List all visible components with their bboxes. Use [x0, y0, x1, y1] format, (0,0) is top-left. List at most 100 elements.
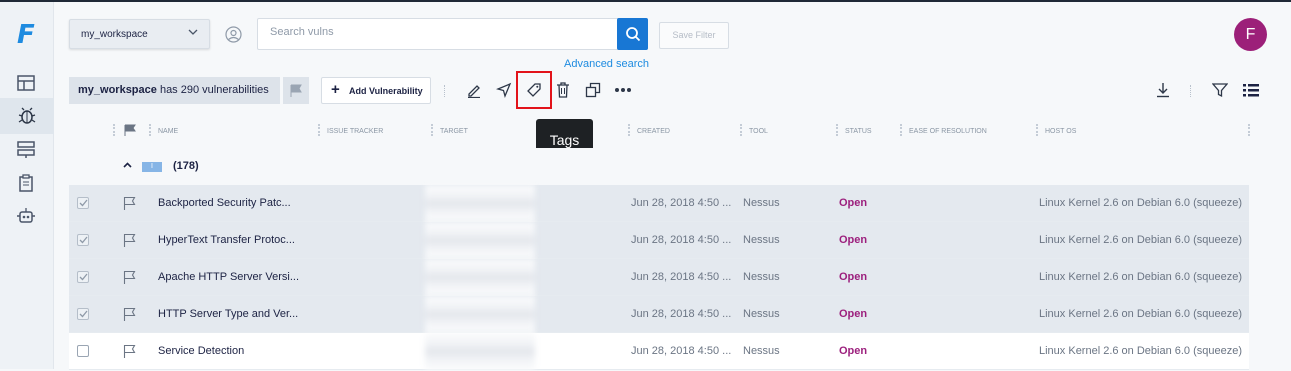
table-header: NAME ISSUE TRACKER TARGET CREATED TOOL S… — [69, 115, 1250, 145]
duplicate-icon[interactable] — [583, 80, 603, 100]
user-circle-icon[interactable] — [225, 26, 242, 48]
status-badge: Open — [839, 271, 868, 283]
redacted-target — [425, 222, 535, 259]
server-icon[interactable] — [15, 138, 37, 160]
vuln-name[interactable]: Service Detection — [158, 345, 244, 357]
column-header-ease-of-resolution[interactable]: EASE OF RESOLUTION — [909, 128, 987, 135]
column-header-created[interactable]: CREATED — [637, 128, 670, 135]
search-button[interactable] — [617, 18, 648, 50]
robot-icon[interactable] — [15, 205, 37, 227]
edit-icon[interactable] — [464, 80, 484, 100]
workspace-vuln-count: my_workspace has 290 vulnerabilities — [69, 77, 280, 104]
more-options-icon[interactable] — [613, 80, 633, 100]
list-view-icon[interactable] — [1241, 80, 1261, 100]
search-input[interactable]: Search vulns — [257, 18, 648, 50]
group-row[interactable]: I (178) — [69, 148, 1249, 185]
search-icon — [625, 27, 640, 42]
column-resize-handle[interactable] — [628, 124, 630, 136]
table-row[interactable]: Apache HTTP Server Versi... Jun 28, 2018… — [69, 259, 1249, 296]
clipboard-icon[interactable] — [15, 172, 37, 194]
column-header-name[interactable]: NAME — [158, 128, 178, 135]
host-os: Linux Kernel 2.6 on Debian 6.0 (squeeze) — [1039, 271, 1243, 283]
save-filter-button[interactable]: Save Filter — [659, 22, 729, 49]
flag-icon[interactable] — [123, 196, 136, 213]
row-checkbox[interactable] — [77, 234, 89, 246]
vuln-name[interactable]: Apache HTTP Server Versi... — [158, 271, 299, 283]
status-badge: Open — [839, 308, 868, 320]
sidebar: F — [0, 2, 54, 369]
column-resize-handle[interactable] — [836, 124, 838, 136]
host-os: Linux Kernel 2.6 on Debian 6.0 (squeeze) — [1039, 345, 1243, 357]
flag-icon[interactable] — [123, 307, 136, 324]
column-resize-handle[interactable] — [1036, 124, 1038, 136]
vuln-count-text: has 290 vulnerabilities — [156, 84, 269, 96]
column-resize-handle[interactable] — [740, 124, 742, 136]
created-date: Jun 28, 2018 4:50 ... — [631, 345, 732, 357]
column-resize-handle[interactable] — [113, 124, 115, 136]
redacted-target — [425, 259, 535, 296]
table-row[interactable]: Backported Security Patc... Jun 28, 2018… — [69, 185, 1249, 222]
vuln-name[interactable]: HyperText Transfer Protoc... — [158, 234, 295, 246]
send-icon[interactable] — [494, 80, 514, 100]
flag-icon — [290, 84, 302, 97]
flag-icon[interactable] — [123, 233, 136, 250]
vuln-name[interactable]: HTTP Server Type and Ver... — [158, 308, 298, 320]
column-header-target[interactable]: TARGET — [440, 128, 468, 135]
row-checkbox[interactable] — [77, 197, 89, 209]
table-row[interactable]: HyperText Transfer Protoc... Jun 28, 201… — [69, 222, 1249, 259]
row-checkbox[interactable] — [77, 271, 89, 283]
redacted-target — [425, 296, 535, 333]
column-header-issue-tracker[interactable]: ISSUE TRACKER — [327, 128, 383, 135]
flag-column-icon[interactable] — [124, 124, 136, 138]
filter-icon[interactable] — [1210, 80, 1230, 100]
status-badge: Open — [839, 345, 868, 357]
column-resize-handle[interactable] — [431, 124, 433, 136]
host-os: Linux Kernel 2.6 on Debian 6.0 (squeeze) — [1039, 197, 1243, 209]
dashboard-icon[interactable] — [15, 72, 37, 94]
column-resize-handle[interactable] — [900, 124, 902, 136]
table-row[interactable]: Service Detection Jun 28, 2018 4:50 ... … — [69, 333, 1249, 370]
main-content: my_workspace Search vulns Save Filter Ad… — [54, 2, 1291, 370]
status-badge: Open — [839, 197, 868, 209]
column-resize-handle[interactable] — [149, 124, 151, 136]
host-os: Linux Kernel 2.6 on Debian 6.0 (squeeze) — [1039, 234, 1243, 246]
plus-icon: + — [331, 81, 340, 98]
confirmed-flag-toggle[interactable] — [283, 77, 309, 104]
download-icon[interactable] — [1153, 80, 1173, 100]
status-badge: Open — [839, 234, 868, 246]
group-tag: I — [142, 162, 162, 172]
host-os: Linux Kernel 2.6 on Debian 6.0 (squeeze) — [1039, 308, 1243, 320]
app-logo[interactable]: F — [17, 20, 35, 50]
column-resize-handle[interactable] — [318, 124, 320, 136]
tool-name: Nessus — [743, 197, 780, 209]
toolbar-divider — [1190, 85, 1191, 97]
trash-icon[interactable] — [553, 80, 573, 100]
column-header-host-os[interactable]: HOST OS — [1045, 128, 1076, 135]
created-date: Jun 28, 2018 4:50 ... — [631, 197, 732, 209]
column-resize-handle[interactable] — [1248, 124, 1250, 136]
tag-icon[interactable] — [524, 80, 544, 100]
avatar[interactable]: F — [1234, 18, 1267, 51]
tool-name: Nessus — [743, 308, 780, 320]
table-row[interactable]: HTTP Server Type and Ver... Jun 28, 2018… — [69, 296, 1249, 333]
workspace-select-value: my_workspace — [81, 29, 148, 40]
redacted-target — [425, 333, 535, 370]
vuln-name[interactable]: Backported Security Patc... — [158, 197, 291, 209]
created-date: Jun 28, 2018 4:50 ... — [631, 271, 732, 283]
row-checkbox[interactable] — [77, 308, 89, 320]
redacted-target — [425, 185, 535, 222]
row-checkbox[interactable] — [77, 345, 89, 357]
group-count: (178) — [173, 160, 199, 172]
flag-icon[interactable] — [123, 270, 136, 287]
flag-icon[interactable] — [123, 344, 136, 361]
add-vulnerability-button[interactable]: + Add Vulnerability — [321, 77, 431, 104]
chevron-up-icon[interactable] — [123, 160, 132, 170]
column-header-tool[interactable]: TOOL — [749, 128, 768, 135]
vulnerabilities-bug-icon[interactable] — [0, 98, 54, 134]
advanced-search-link[interactable]: Advanced search — [564, 58, 649, 70]
workspace-select[interactable]: my_workspace — [69, 19, 210, 49]
column-header-status[interactable]: STATUS — [845, 128, 872, 135]
chevron-down-icon — [188, 28, 198, 39]
tool-name: Nessus — [743, 345, 780, 357]
created-date: Jun 28, 2018 4:50 ... — [631, 234, 732, 246]
